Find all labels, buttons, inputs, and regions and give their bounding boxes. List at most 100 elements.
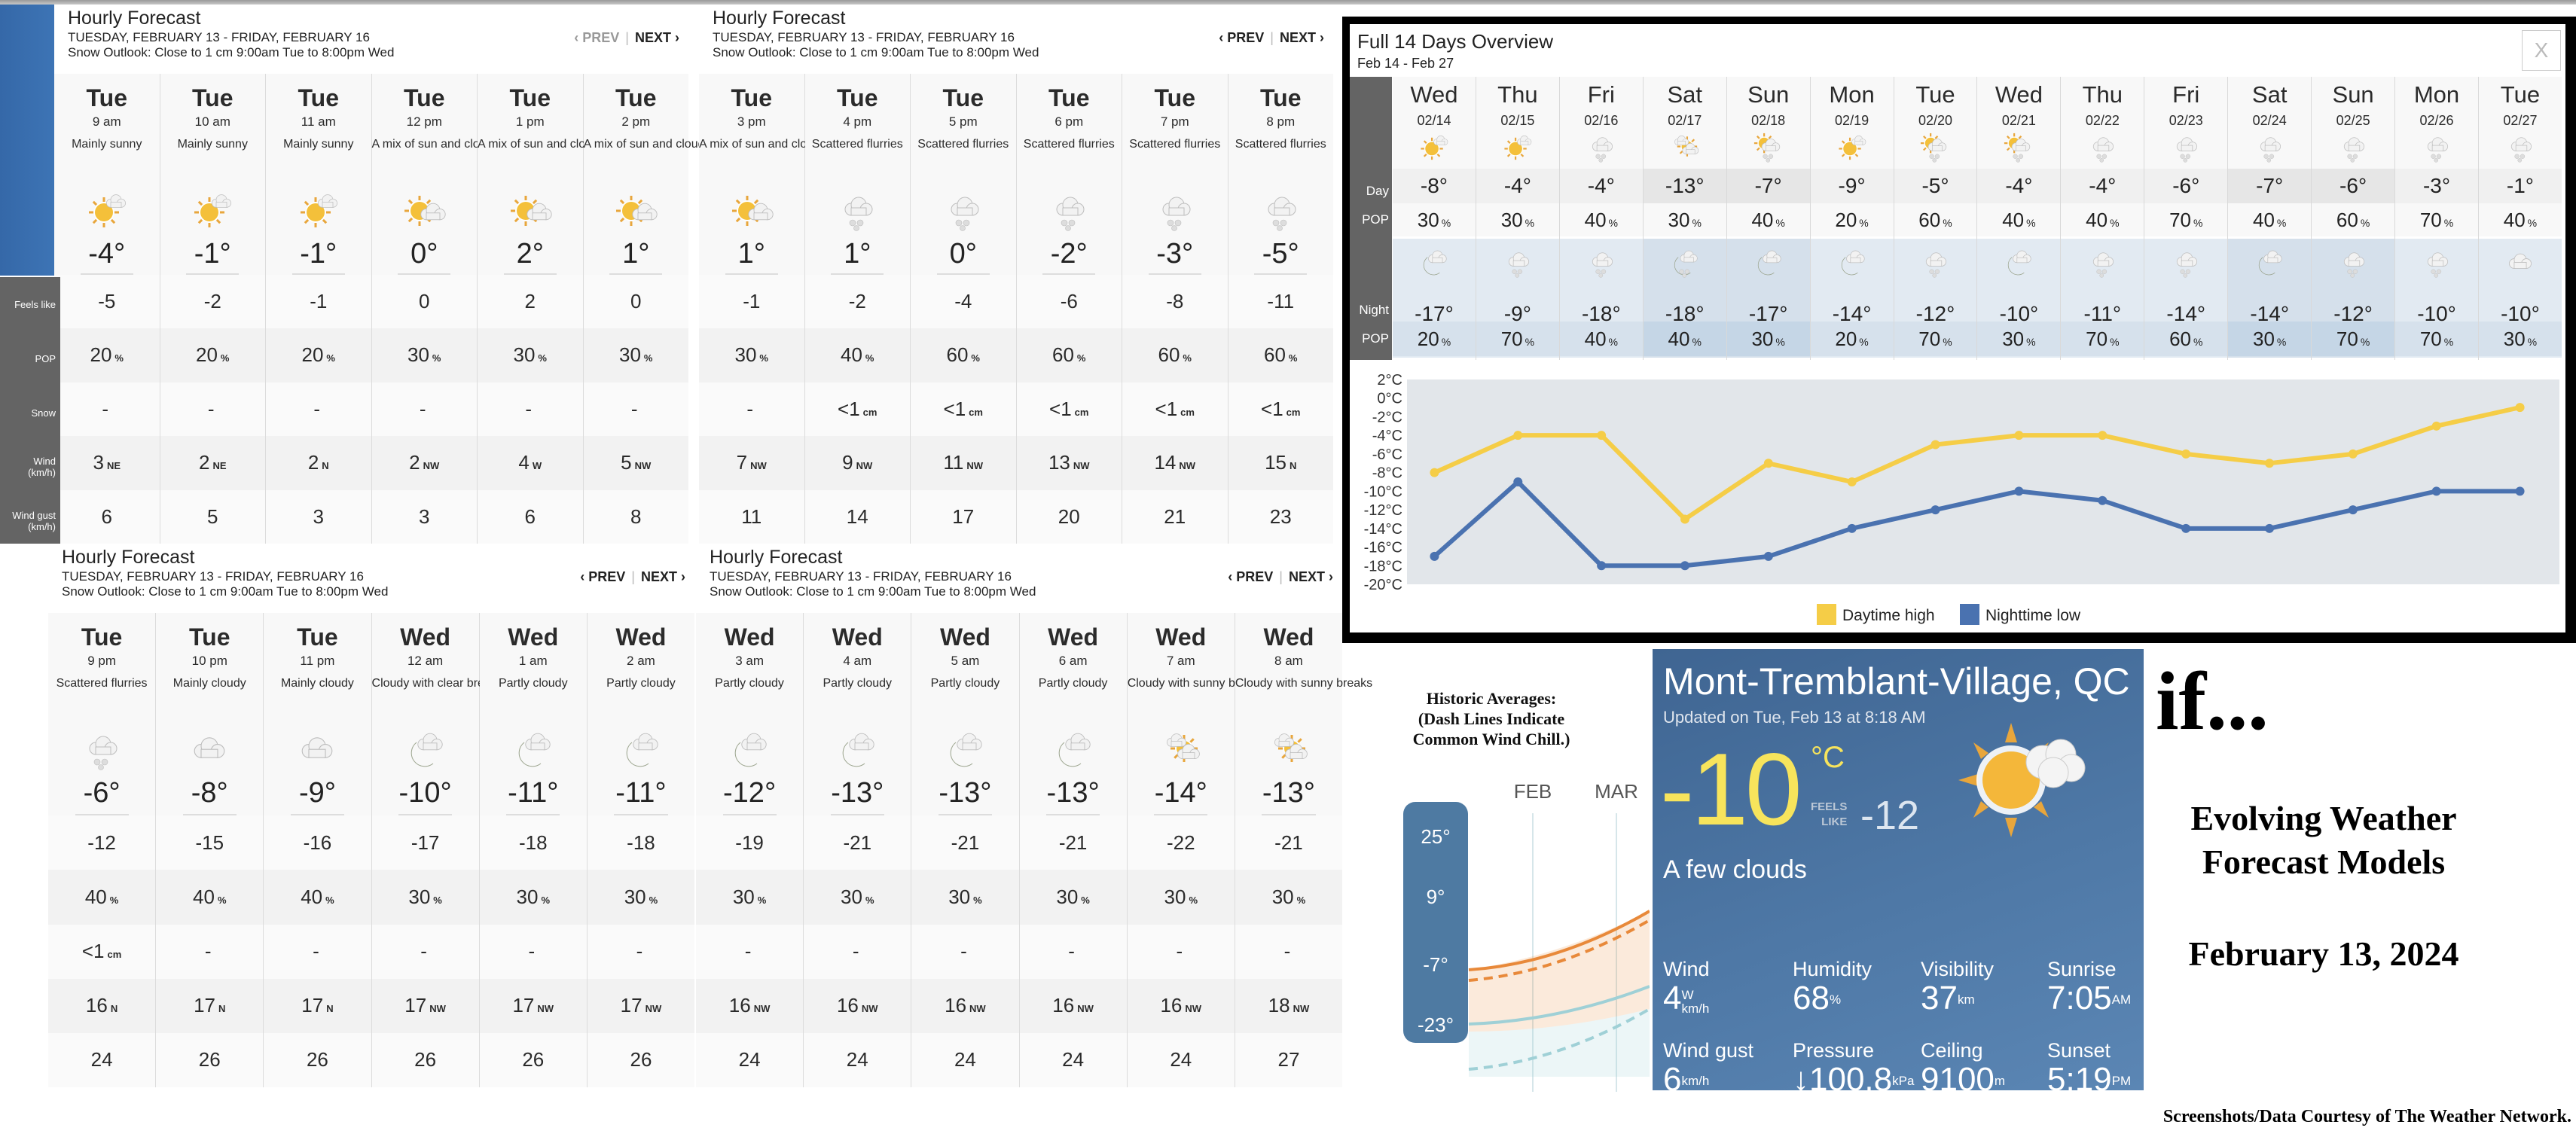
stat-number: 5:19 bbox=[2047, 1061, 2112, 1098]
hour-icon-wrap bbox=[835, 188, 880, 233]
feels-like-cell: -1 bbox=[266, 274, 371, 329]
y-tick-label: -10°C bbox=[1364, 483, 1402, 500]
headline-if: if... bbox=[2156, 655, 2269, 747]
row-label: Feels like bbox=[14, 298, 56, 310]
hour-time: 5 am bbox=[951, 654, 980, 668]
pop-cell: 30% bbox=[371, 328, 477, 383]
wind-direction: NW bbox=[1073, 460, 1090, 472]
snow-cell: <1 cm bbox=[1016, 382, 1122, 437]
feels-like-cell: -12 bbox=[48, 815, 156, 870]
moon-cloud-icon bbox=[1058, 733, 1091, 767]
snow-cell: - bbox=[804, 924, 911, 979]
close-button[interactable]: X bbox=[2522, 30, 2561, 71]
stat-unit-bottom: km/h bbox=[1681, 1001, 1710, 1016]
pop-unit: % bbox=[1692, 336, 1702, 348]
feels-like-cell: -1 bbox=[699, 274, 804, 329]
day-date: 02/25 bbox=[2336, 113, 2370, 128]
feels-like-cell: -15 bbox=[156, 815, 264, 870]
sun-cloud-icon bbox=[1838, 136, 1866, 160]
hour-day: Wed bbox=[1155, 623, 1207, 651]
data-point bbox=[1930, 505, 1940, 515]
feels-like-cell: -16 bbox=[264, 815, 371, 870]
prev-button[interactable]: ‹ PREV bbox=[580, 569, 625, 585]
wind-cell: 17 NW bbox=[479, 978, 587, 1033]
divider bbox=[398, 273, 451, 275]
pop-value: 30 bbox=[948, 885, 971, 908]
day-pop: 60% bbox=[2312, 203, 2394, 236]
snow-value: - bbox=[207, 397, 215, 420]
day-pop: 60% bbox=[1894, 203, 1977, 236]
stat-value: 7:05AM bbox=[2047, 981, 2168, 1016]
pop-unit: % bbox=[1608, 217, 1618, 229]
day-pop-value: 30 bbox=[1417, 209, 1439, 231]
wind-cell: 17 NW bbox=[371, 978, 479, 1033]
next-button[interactable]: NEXT › bbox=[1280, 30, 1324, 46]
data-point bbox=[2431, 486, 2441, 496]
night-block: -10° 30% bbox=[2478, 239, 2562, 358]
hour-summary: Tue 6 pm Scattered flurries -2° bbox=[1016, 74, 1122, 275]
snow-cell: - bbox=[479, 924, 587, 979]
next-button[interactable]: NEXT › bbox=[635, 30, 679, 46]
day-high: -3° bbox=[2395, 169, 2478, 203]
day-pop: 70% bbox=[2395, 203, 2478, 236]
data-point bbox=[2014, 486, 2024, 496]
flurries-icon bbox=[2343, 252, 2365, 278]
stat-number: 4 bbox=[1663, 980, 1682, 1017]
day-name: Wed bbox=[1995, 81, 2043, 108]
night-pop: 30% bbox=[1726, 322, 1810, 356]
temperature-chart-svg: 2°C 0°C -2°C -4°C -6°C -8°C-10°C -12°C -14°C -16… bbox=[1364, 372, 2559, 625]
hour-condition: Scattered flurries bbox=[811, 138, 903, 151]
data-point bbox=[2014, 431, 2024, 440]
flurries-icon bbox=[951, 197, 979, 231]
wind-direction: NW bbox=[966, 460, 984, 472]
prev-button[interactable]: ‹ PREV bbox=[574, 30, 619, 46]
feels-like-cell: -2 bbox=[804, 274, 910, 329]
stat-number: 7:05 bbox=[2047, 980, 2112, 1017]
snow-cell: - bbox=[699, 382, 804, 437]
hour-column: Tue 10 am Mainly sunny -1° -2 20% -2 NE 5 bbox=[159, 74, 265, 544]
wind-cell: 16 NW bbox=[1019, 978, 1127, 1033]
pop-unit: % bbox=[2360, 336, 2370, 348]
pop-value: 30 bbox=[732, 885, 755, 908]
pop-cell: 30% bbox=[583, 328, 688, 383]
hour-column: Tue 2 pm A mix of sun and clouds 1° 0 30% -5 NW… bbox=[582, 74, 710, 544]
prev-button[interactable]: ‹ PREV bbox=[1228, 569, 1273, 585]
divider bbox=[938, 814, 992, 816]
hour-condition: A mix of sun and clouds bbox=[478, 138, 605, 151]
sun-flurries-icon bbox=[2004, 133, 2031, 163]
divider bbox=[75, 814, 129, 816]
panel-title: Hourly Forecast bbox=[62, 547, 195, 568]
night-pop-value: 70 bbox=[1500, 328, 1523, 350]
day-icon-wrap bbox=[2086, 131, 2119, 164]
next-button[interactable]: NEXT › bbox=[641, 569, 685, 585]
hour-column: Wed 7 am Cloudy with sunny breaks -14° -22 30… bbox=[1126, 613, 1265, 1088]
day-high: -6° bbox=[2312, 169, 2395, 203]
pop-unit: % bbox=[1076, 352, 1086, 364]
day-high: -8° bbox=[1393, 169, 1476, 203]
hour-time: 10 pm bbox=[191, 654, 227, 668]
hour-condition: Cloudy with clear breaks bbox=[371, 677, 503, 690]
pagination: ‹ PREV | NEXT › bbox=[1219, 30, 1324, 46]
day-name: Mon bbox=[2413, 81, 2460, 108]
prev-button[interactable]: ‹ PREV bbox=[1219, 30, 1264, 46]
day-block: Fri 02/16 -4° 40% bbox=[1559, 77, 1643, 236]
day-high: -13° bbox=[1643, 169, 1726, 203]
night-icon-wrap bbox=[2253, 245, 2286, 281]
day-block: Thu 02/22 -4° 40% bbox=[2061, 77, 2144, 236]
next-button[interactable]: NEXT › bbox=[1289, 569, 1333, 585]
hour-day: Wed bbox=[508, 623, 559, 651]
snow-cell: - bbox=[1235, 924, 1343, 979]
flurries-icon bbox=[1926, 252, 1947, 278]
day-block: Sun 02/25 -6° 60% bbox=[2312, 77, 2395, 236]
pop-unit: % bbox=[865, 894, 874, 906]
day-name: Wed bbox=[1410, 81, 1458, 108]
pop-unit: % bbox=[2026, 217, 2036, 229]
wind-speed: 7 bbox=[736, 451, 748, 474]
night-icon-wrap bbox=[1752, 245, 1785, 281]
hour-icon-wrap bbox=[295, 727, 340, 773]
pop-cell: 40% bbox=[264, 870, 371, 925]
hour-icon-wrap bbox=[1046, 188, 1091, 233]
moon-cloud-icon bbox=[842, 733, 874, 767]
wind-direction: W bbox=[532, 460, 542, 472]
divider bbox=[725, 273, 778, 275]
